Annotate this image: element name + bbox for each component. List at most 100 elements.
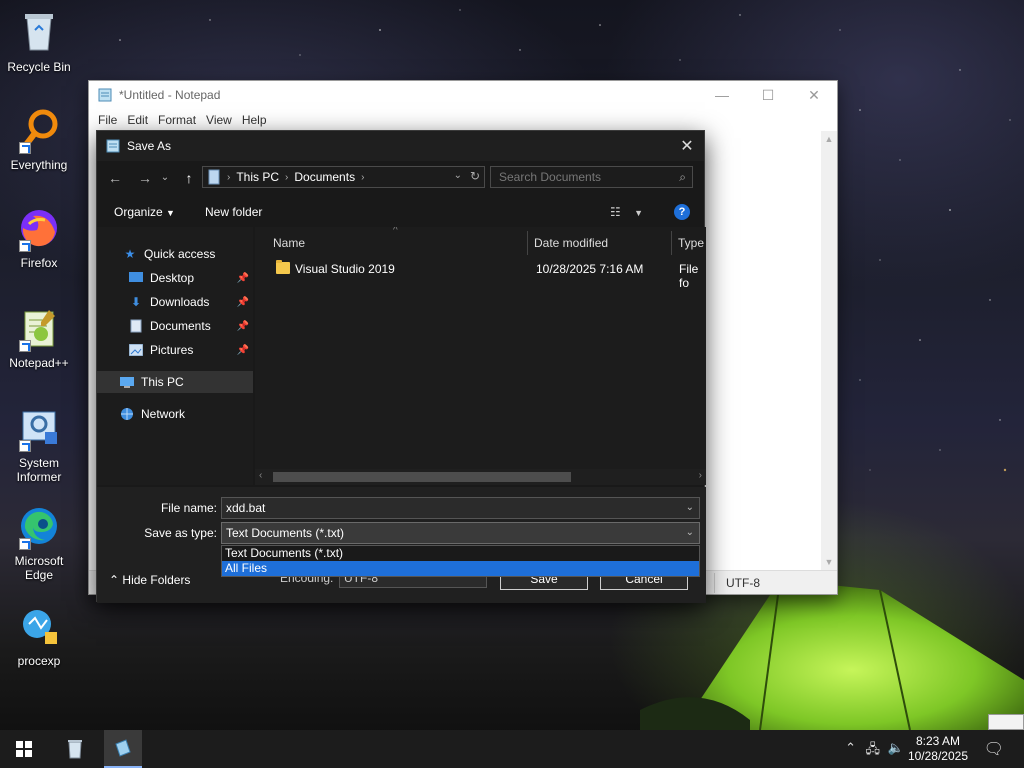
desktop-icon-firefox[interactable]: Firefox — [0, 204, 78, 270]
file-list-pane[interactable]: ^ Name Date modified Type Visual Studio … — [255, 227, 706, 485]
dialog-titlebar[interactable]: Save As — [97, 131, 704, 161]
network-icon — [119, 406, 135, 422]
nav-item-label: This PC — [141, 375, 184, 389]
nav-item-label: Downloads — [150, 295, 210, 309]
maximize-button[interactable]: ☐ — [745, 81, 791, 109]
taskbar: ⌃ 🖧 🔈 8:23 AM 10/28/2025 🗨 — [0, 730, 1024, 768]
back-arrow-icon[interactable]: ← — [105, 168, 125, 188]
desktop-icon-system-informer[interactable]: System Informer — [0, 404, 78, 484]
firefox-icon — [15, 204, 63, 252]
desktop-icon-label: procexp — [17, 654, 61, 668]
column-header-name[interactable]: Name — [273, 231, 305, 255]
save-as-type-select[interactable]: Text Documents (*.txt) ⌄ — [221, 522, 700, 544]
column-header-type[interactable]: Type — [678, 231, 704, 255]
notepad-vertical-scrollbar[interactable]: ▲ ▼ — [821, 131, 837, 570]
taskbar-notepad[interactable] — [104, 730, 142, 768]
column-divider[interactable] — [671, 231, 672, 255]
address-dropdown-chevron-icon[interactable]: ⌄ — [454, 170, 462, 181]
column-header-date-modified[interactable]: Date modified — [534, 231, 608, 255]
refresh-icon[interactable]: ↻ — [470, 169, 480, 183]
pin-icon[interactable]: 📌 — [237, 345, 249, 356]
notepad-icon — [98, 88, 112, 102]
status-encoding: UTF-8 — [726, 576, 760, 590]
notepad-titlebar[interactable]: *Untitled - Notepad — ☐ ✕ — [89, 81, 837, 109]
hide-folders-button[interactable]: ⌃ Hide Folders — [109, 573, 190, 587]
notepad-plus-plus-icon — [15, 304, 63, 352]
save-as-dialog[interactable]: Save As ✕ ← → ⌄ ↑ › This PC › Documents … — [96, 130, 706, 603]
pin-icon[interactable]: 📌 — [237, 273, 249, 284]
file-name-input[interactable]: xdd.bat ⌄ — [221, 497, 700, 519]
desktop-icon-notepad-plus-plus[interactable]: Notepad++ — [0, 304, 78, 370]
breadcrumb-this-pc[interactable]: This PC — [236, 170, 279, 184]
nav-item-network[interactable]: Network — [97, 403, 253, 425]
scrollbar-thumb[interactable] — [273, 472, 571, 482]
menu-edit[interactable]: Edit — [122, 113, 153, 127]
scroll-down-icon[interactable]: ▼ — [821, 554, 837, 570]
scroll-right-icon[interactable]: › — [699, 470, 702, 481]
nav-item-downloads[interactable]: ⬇ Downloads 📌 — [97, 291, 253, 313]
desktop-icon-recycle-bin[interactable]: Recycle Bin — [0, 8, 78, 74]
change-view-button[interactable]: ☷ ▼ — [610, 205, 643, 219]
horizontal-scrollbar[interactable]: ‹ › — [255, 469, 706, 485]
pin-icon[interactable]: 📌 — [237, 297, 249, 308]
file-row[interactable]: Visual Studio 2019 10/28/2025 7:16 AM Fi… — [255, 259, 706, 290]
close-button[interactable]: ✕ — [791, 81, 837, 109]
nav-item-documents[interactable]: Documents 📌 — [97, 315, 253, 337]
menu-file[interactable]: File — [93, 113, 122, 127]
show-hidden-icons-chevron-icon[interactable]: ⌃ — [845, 740, 856, 756]
breadcrumb-separator-icon: › — [285, 171, 289, 183]
pc-icon — [208, 169, 220, 185]
dialog-close-button[interactable]: ✕ — [670, 131, 704, 161]
forward-arrow-icon[interactable]: → — [135, 168, 155, 188]
recycle-bin-icon — [15, 8, 63, 56]
dropdown-option-text-documents[interactable]: Text Documents (*.txt) — [222, 546, 699, 561]
minimize-button[interactable]: — — [699, 81, 745, 109]
help-button[interactable]: ? — [674, 204, 690, 220]
pin-icon[interactable]: 📌 — [237, 321, 249, 332]
search-input[interactable]: Search Documents ⌕ — [490, 166, 693, 188]
taskbar-clock[interactable]: 8:23 AM 10/28/2025 — [908, 734, 968, 764]
volume-muted-icon[interactable]: 🔈 — [888, 740, 904, 756]
notepad-menubar: File Edit Format View Help — [89, 109, 837, 131]
taskbar-recycle-bin[interactable] — [56, 730, 94, 768]
dropdown-option-all-files[interactable]: All Files — [222, 561, 699, 576]
chevron-down-icon[interactable]: ⌄ — [686, 498, 694, 518]
nav-item-quick-access[interactable]: ★ Quick access — [97, 243, 253, 265]
file-date: 10/28/2025 7:16 AM — [536, 262, 644, 276]
background-window-corner[interactable] — [988, 714, 1024, 730]
navigation-pane: ★ Quick access Desktop 📌 ⬇ Downloads 📌 D… — [97, 227, 253, 485]
menu-format[interactable]: Format — [153, 113, 201, 127]
start-button[interactable] — [0, 730, 48, 768]
network-status-icon[interactable]: 🖧 — [866, 740, 881, 762]
menu-view[interactable]: View — [201, 113, 237, 127]
recent-locations-chevron-icon[interactable]: ⌄ — [155, 168, 175, 188]
save-as-type-dropdown-list[interactable]: Text Documents (*.txt) All Files — [221, 545, 700, 577]
breadcrumb-documents[interactable]: Documents — [294, 170, 355, 184]
nav-item-this-pc[interactable]: This PC — [97, 371, 253, 393]
nav-item-desktop[interactable]: Desktop 📌 — [97, 267, 253, 289]
chevron-down-icon: ▼ — [166, 208, 175, 218]
action-center-icon[interactable]: 🗨 — [984, 739, 1004, 759]
chevron-up-icon: ⌃ — [109, 573, 120, 587]
desktop-icon-microsoft-edge[interactable]: Microsoft Edge — [0, 502, 78, 582]
file-name-value: xdd.bat — [226, 501, 266, 515]
dialog-toolbar: Organize ▼ New folder ☷ ▼ ? — [97, 199, 704, 225]
address-bar[interactable]: › This PC › Documents › ⌄ ↻ — [202, 166, 485, 188]
this-pc-icon — [119, 374, 135, 390]
nav-item-pictures[interactable]: Pictures 📌 — [97, 339, 253, 361]
organize-button[interactable]: Organize ▼ — [114, 205, 175, 219]
new-folder-button[interactable]: New folder — [205, 205, 262, 219]
desktop-icon-procexp[interactable]: procexp — [0, 602, 78, 668]
folder-icon — [276, 260, 290, 274]
scroll-up-icon[interactable]: ▲ — [821, 131, 837, 147]
scroll-left-icon[interactable]: ‹ — [259, 470, 262, 481]
column-divider[interactable] — [527, 231, 528, 255]
desktop-icon-everything[interactable]: Everything — [0, 106, 78, 172]
up-arrow-icon[interactable]: ↑ — [179, 168, 199, 188]
everything-search-icon — [15, 106, 63, 154]
save-as-type-label: Save as type: — [144, 526, 217, 540]
nav-item-label: Quick access — [144, 247, 216, 261]
chevron-down-icon[interactable]: ⌄ — [686, 523, 694, 543]
desktop-icon-label: Everything — [10, 158, 68, 172]
menu-help[interactable]: Help — [237, 113, 272, 127]
